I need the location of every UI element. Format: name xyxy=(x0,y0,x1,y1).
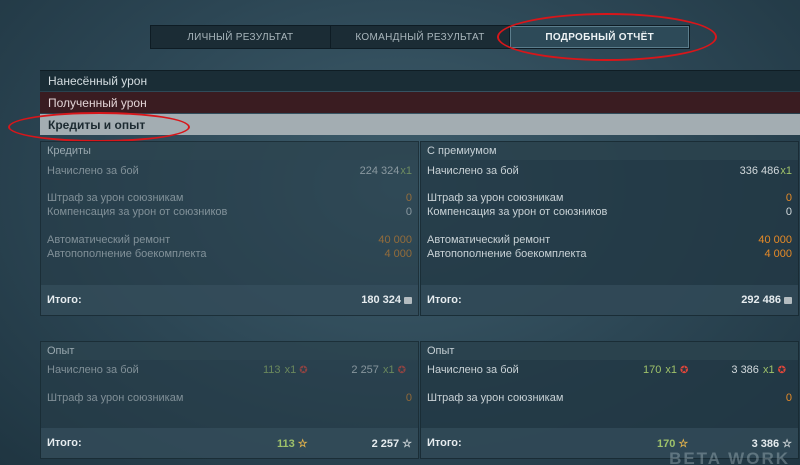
credits-icon xyxy=(784,296,792,304)
elite-xp-icon: ✪ xyxy=(299,365,308,376)
premium-earned-row: Начислено за бой 336 486x1 xyxy=(427,164,792,178)
premium-ammo-row: Автопополнение боекомплекта 4 000 xyxy=(427,247,792,261)
row-label: Автопополнение боекомплекта xyxy=(47,248,207,260)
premium-xp-penalty-value: 0 xyxy=(785,392,792,404)
premium-penalty-row: Штраф за урон союзникам 0 xyxy=(427,191,792,205)
section-credits-xp[interactable]: Кредиты и опыт xyxy=(40,114,800,135)
credits-compensation-value: 0 xyxy=(405,206,412,218)
premium-title: С премиумом xyxy=(421,142,798,160)
xp-earned-value: 113 x1 ✪ xyxy=(263,364,308,376)
credits-earned-row: Начислено за бой 224 324x1 xyxy=(47,164,412,178)
premium-compensation-value: 0 xyxy=(785,206,792,218)
section-damage-dealt[interactable]: Нанесённый урон xyxy=(40,70,800,91)
credits-earned-value: 224 324x1 xyxy=(359,165,412,177)
xp-panel: Опыт Начислено за бой 113 x1 ✪ 2 257 x1 ✪ … xyxy=(40,341,419,459)
credits-total-value: 180 324 xyxy=(361,294,401,306)
credits-repair-value: 40 000 xyxy=(378,234,412,246)
row-label: Штраф за урон союзникам xyxy=(427,192,564,204)
premium-penalty-value: 0 xyxy=(785,192,792,204)
premium-xp-earned-value: 170 x1 ✪ xyxy=(643,364,689,376)
star-icon: ☆ xyxy=(782,437,792,450)
credits-compensation-row: Компенсация за урон от союзников 0 xyxy=(47,205,412,219)
row-label: Штраф за урон союзникам xyxy=(47,192,184,204)
row-label: Начислено за бой xyxy=(47,165,139,177)
credits-ammo-value: 4 000 xyxy=(384,248,412,260)
total-label: Итого: xyxy=(427,437,462,449)
row-label: Компенсация за урон от союзников xyxy=(427,206,608,218)
tab-detailed-report[interactable]: ПОДРОБНЫЙ ОТЧЁТ xyxy=(510,26,690,48)
premium-total-value: 292 486 xyxy=(741,294,781,306)
row-label: Автоматический ремонт xyxy=(47,234,171,246)
premium-xp-free-total-value: 3 386 ☆ xyxy=(751,437,792,450)
credits-penalty-row: Штраф за урон союзникам 0 xyxy=(47,191,412,205)
elite-xp-icon: ✪ xyxy=(397,365,406,376)
premium-ammo-value: 4 000 xyxy=(764,248,792,260)
premium-earned-value: 336 486x1 xyxy=(739,165,792,177)
premium-xp-free-earned-value: 3 386 x1 ✪ xyxy=(731,364,786,376)
xp-penalty-row: Штраф за урон союзникам 0 xyxy=(47,391,412,405)
xp-free-total-value: 2 257 ☆ xyxy=(371,437,412,450)
credits-repair-row: Автоматический ремонт 40 000 xyxy=(47,233,412,247)
total-label: Итого: xyxy=(427,294,462,306)
row-label: Штраф за урон союзникам xyxy=(427,392,564,404)
section-damage-received[interactable]: Полученный урон xyxy=(40,92,800,113)
row-label: Автоматический ремонт xyxy=(427,234,551,246)
premium-total-row: Итого: 292 486 xyxy=(421,285,798,315)
star-icon: ☆ xyxy=(402,437,412,450)
credits-icon xyxy=(404,296,412,304)
row-label: Компенсация за урон от союзников xyxy=(47,206,228,218)
premium-compensation-row: Компенсация за урон от союзников 0 xyxy=(427,205,792,219)
credits-title: Кредиты xyxy=(41,142,418,160)
credits-ammo-row: Автопополнение боекомплекта 4 000 xyxy=(47,247,412,261)
xp-earned-row: Начислено за бой 113 x1 ✪ 2 257 x1 ✪ xyxy=(47,363,412,377)
result-tabs: ЛИЧНЫЙ РЕЗУЛЬТАТ КОМАНДНЫЙ РЕЗУЛЬТАТ ПОД… xyxy=(150,25,690,49)
tab-personal-result[interactable]: ЛИЧНЫЙ РЕЗУЛЬТАТ xyxy=(151,26,331,48)
credits-panel: Кредиты Начислено за бой 224 324x1 Штраф… xyxy=(40,141,419,316)
premium-xp-panel: Опыт Начислено за бой 170 x1 ✪ 3 386 x1 ✪ … xyxy=(420,341,799,459)
elite-xp-icon: ✪ xyxy=(777,365,786,376)
star-icon: ☆ xyxy=(297,437,308,450)
premium-repair-row: Автоматический ремонт 40 000 xyxy=(427,233,792,247)
row-label: Штраф за урон союзникам xyxy=(47,392,184,404)
xp-free-earned-value: 2 257 x1 ✪ xyxy=(351,364,406,376)
xp-total-value: 113 ☆ xyxy=(277,437,308,450)
row-label: Начислено за бой xyxy=(427,165,519,177)
star-icon: ☆ xyxy=(678,437,689,450)
premium-xp-penalty-row: Штраф за урон союзникам 0 xyxy=(427,391,792,405)
premium-credits-panel: С премиумом Начислено за бой 336 486x1 Ш… xyxy=(420,141,799,316)
tab-team-result[interactable]: КОМАНДНЫЙ РЕЗУЛЬТАТ xyxy=(331,26,511,48)
premium-xp-total-value: 170 ☆ xyxy=(657,437,689,450)
premium-repair-value: 40 000 xyxy=(758,234,792,246)
row-label: Автопополнение боекомплекта xyxy=(427,248,587,260)
xp-total-row: Итого: 113 ☆ 2 257 ☆ xyxy=(41,428,418,458)
premium-xp-earned-row: Начислено за бой 170 x1 ✪ 3 386 x1 ✪ xyxy=(427,363,792,377)
watermark: BETA WORK xyxy=(669,449,790,465)
elite-xp-icon: ✪ xyxy=(680,365,689,376)
total-label: Итого: xyxy=(47,437,82,449)
credits-total-row: Итого: 180 324 xyxy=(41,285,418,315)
credits-penalty-value: 0 xyxy=(405,192,412,204)
xp-title: Опыт xyxy=(41,342,418,360)
premium-xp-title: Опыт xyxy=(421,342,798,360)
total-label: Итого: xyxy=(47,294,82,306)
xp-penalty-value: 0 xyxy=(405,392,412,404)
